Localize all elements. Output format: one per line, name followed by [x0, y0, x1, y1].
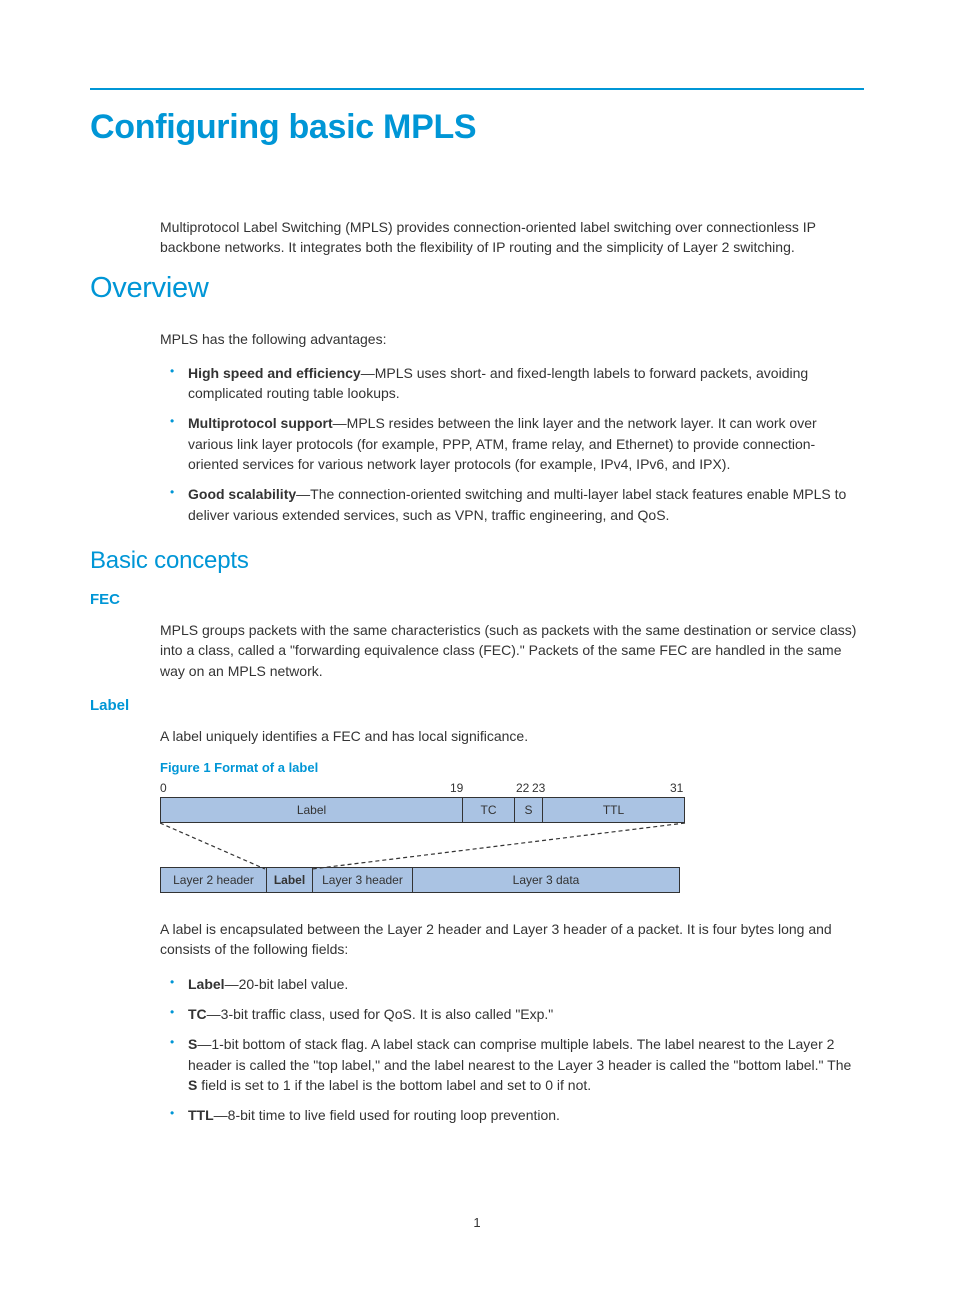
list-term: Label	[188, 976, 225, 992]
document-page: Configuring basic MPLS Multiprotocol Lab…	[0, 0, 954, 1296]
list-item: Multiprotocol support—MPLS resides betwe…	[160, 413, 864, 474]
dashed-lines-icon	[160, 823, 690, 883]
list-dash: —	[361, 365, 375, 381]
label-block: A label uniquely identifies a FEC and ha…	[160, 726, 864, 1126]
list-text: 3-bit traffic class, used for QoS. It is…	[221, 1006, 554, 1022]
basic-concepts-heading: Basic concepts	[90, 547, 864, 575]
bit-number: 19	[450, 781, 463, 795]
list-text: 20-bit label value.	[239, 976, 349, 992]
list-item: S—1-bit bottom of stack flag. A label st…	[160, 1034, 864, 1095]
page-number: 1	[0, 1215, 954, 1230]
field-s: S	[515, 798, 543, 822]
page-title: Configuring basic MPLS	[90, 108, 864, 147]
list-item: Good scalability—The connection-oriented…	[160, 484, 864, 525]
list-dash: —	[214, 1107, 228, 1123]
list-dash: —	[197, 1036, 211, 1052]
list-text-bold: S	[188, 1077, 197, 1093]
list-dash: —	[207, 1006, 221, 1022]
list-term: High speed and efficiency	[188, 365, 361, 381]
bit-number-row: 0 19 22 23 31	[160, 781, 690, 797]
label-lead: A label uniquely identifies a FEC and ha…	[160, 726, 864, 746]
list-item: High speed and efficiency—MPLS uses shor…	[160, 363, 864, 404]
fec-block: MPLS groups packets with the same charac…	[160, 620, 864, 681]
top-rule	[90, 88, 864, 90]
overview-list: High speed and efficiency—MPLS uses shor…	[160, 363, 864, 525]
bit-number: 22	[516, 781, 529, 795]
list-term: Multiprotocol support	[188, 415, 333, 431]
list-term: S	[188, 1036, 197, 1052]
list-dash: —	[333, 415, 347, 431]
list-text: 8-bit time to live field used for routin…	[228, 1107, 560, 1123]
list-dash: —	[225, 976, 239, 992]
label-heading: Label	[90, 697, 864, 714]
fec-text: MPLS groups packets with the same charac…	[160, 620, 864, 681]
overview-block: MPLS has the following advantages: High …	[160, 329, 864, 525]
list-item: TTL—8-bit time to live field used for ro…	[160, 1105, 864, 1125]
list-item: Label—20-bit label value.	[160, 974, 864, 994]
list-term: TTL	[188, 1107, 214, 1123]
field-label: Label	[161, 798, 463, 822]
list-item: TC—3-bit traffic class, used for QoS. It…	[160, 1004, 864, 1024]
label-field-list: Label—20-bit label value. TC—3-bit traff…	[160, 974, 864, 1126]
list-dash: —	[296, 486, 310, 502]
bit-number: 31	[670, 781, 683, 795]
bit-number: 23	[532, 781, 545, 795]
field-tc: TC	[463, 798, 515, 822]
list-text-pre: 1-bit bottom of stack flag. A label stac…	[188, 1036, 851, 1072]
overview-lead: MPLS has the following advantages:	[160, 329, 864, 349]
label-after-fig: A label is encapsulated between the Laye…	[160, 919, 864, 960]
label-format-figure: 0 19 22 23 31 Label TC S TTL Layer 2 hea…	[160, 781, 690, 893]
list-text-post: field is set to 1 if the label is the bo…	[197, 1077, 591, 1093]
figure-caption: Figure 1 Format of a label	[160, 760, 864, 775]
intro-paragraph: Multiprotocol Label Switching (MPLS) pro…	[160, 217, 864, 258]
label-field-row: Label TC S TTL	[160, 797, 685, 823]
fec-heading: FEC	[90, 591, 864, 608]
list-term: TC	[188, 1006, 207, 1022]
list-term: Good scalability	[188, 486, 296, 502]
field-ttl: TTL	[543, 798, 684, 822]
intro-block: Multiprotocol Label Switching (MPLS) pro…	[160, 217, 864, 258]
overview-heading: Overview	[90, 272, 864, 305]
bit-number: 0	[160, 781, 167, 795]
